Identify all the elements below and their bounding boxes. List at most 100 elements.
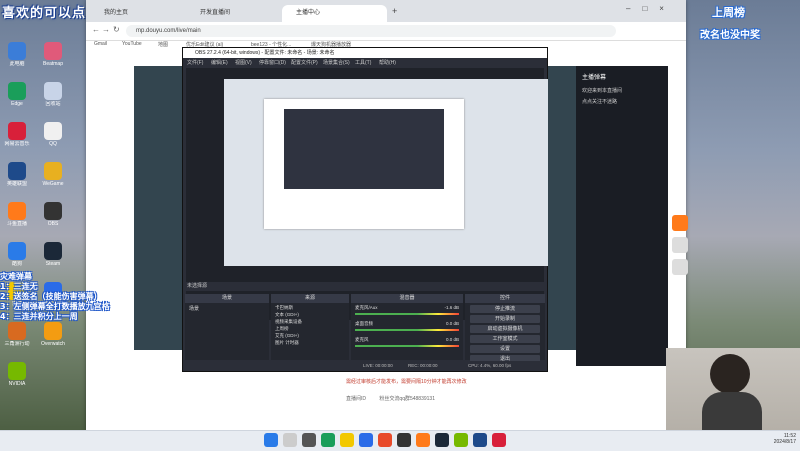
studio-mode-button[interactable]: 工作室模式 [470,335,540,343]
desktop-icon-label: 英雄联盟 [6,181,27,187]
chat-panel: 主播弹幕 欢迎来到本直播间 点点关注不迷路 [576,66,668,366]
obs-title-bar: OBS 27.2.4 (64-bit, windows) - 配置文件: 未命名… [183,48,547,58]
url-input[interactable]: mp.douyu.com/live/main [126,25,616,37]
obs-menu-bar: 文件(F) 编辑(E) 视图(V) 停靠窗口(D) 配置文件(P) 场景集合(S… [183,58,547,67]
task-view-icon[interactable] [302,433,316,447]
chrome-icon[interactable] [378,433,392,447]
stop-streaming-button[interactable]: 停止推流 [470,305,540,313]
channel-db: 0.0 dB [445,321,459,326]
bookmark-item[interactable]: YouTube [122,41,142,47]
desktop-icon[interactable]: Edge [0,82,34,120]
menu-help[interactable]: 帮助(H) [379,59,396,66]
start-recording-button[interactable]: 开始录制 [470,315,540,323]
chat-line: 欢迎来到本直播间 [582,88,623,94]
source-item[interactable]: 卡巴纳斯 [275,304,345,311]
obs-window: OBS 27.2.4 (64-bit, windows) - 配置文件: 未命名… [182,47,548,372]
sources-dock: 来源 卡巴纳斯 文本 (GDI+) 视频采集设备 上周榜 艾克 (GDI+) 图… [271,294,349,360]
menu-view[interactable]: 视图(V) [235,59,252,66]
menu-file[interactable]: 文件(F) [187,59,203,66]
tab-streamer-center[interactable]: 主播中心 [282,5,387,22]
streamer-body [702,392,762,430]
system-tray[interactable]: 11:52 2024/8/17 [774,433,796,445]
desktop-icon[interactable]: QQ [36,122,70,160]
edge-icon[interactable] [321,433,335,447]
desktop-icon[interactable]: 英雄联盟 [0,162,34,200]
app-icon [8,362,26,380]
desktop-icon[interactable]: 回收站 [36,82,70,120]
obs-taskbar-icon[interactable] [397,433,411,447]
desktop-icon-label: Steam [45,261,61,267]
volume-meter[interactable] [355,345,459,347]
mixer-dock: 混音器 麦克风/Aux -1.6 dB 桌面音频 0.0 dB 麦克风 0.0 … [351,294,463,360]
challenge-line: 4：三连并积分上一周 [0,312,78,321]
desktop-icon[interactable]: Overwatch [36,322,70,360]
start-icon[interactable] [264,433,278,447]
tab-dev-room[interactable]: 开发直播间 [186,5,291,22]
desktop-icon[interactable]: 斗鱼直播 [0,202,34,240]
challenge-overlay: 灾难弹幕 1：三连无 2：送签名（技能伤害弹幕） 3：左侧弹幕全打数播放九宫格 … [0,272,140,324]
store-icon[interactable] [359,433,373,447]
rec-timer: REC: 00:00:00 [408,363,438,368]
menu-scene-collection[interactable]: 场景集合(S) [323,59,350,66]
footer-notice: 需经过审核后才能发布，需要间隔10分钟才能再次修改 [346,379,467,385]
lol-icon[interactable] [473,433,487,447]
obs-source-status: 未选择源 [183,282,547,291]
sources-dock-title: 来源 [271,294,349,303]
mixer-channel: 麦克风/Aux -1.6 dB [355,305,459,311]
desktop-icon-column-1: 此电脑 Edge 网易云音乐 英雄联盟 斗鱼直播 酷狗 雷神 三角洲行动 NVIDIA [0,40,36,400]
desktop-icon[interactable]: 网易云音乐 [0,122,34,160]
bookmark-item[interactable]: 地图 [158,41,168,48]
volume-meter[interactable] [355,313,459,315]
controls-dock: 控件 停止推流 开始录制 启动虚拟摄像机 工作室模式 设置 退出 [465,294,545,363]
desktop-icon-label: Overwatch [41,341,65,347]
source-item[interactable]: 艾克 (GDI+) [275,332,345,339]
home-icon[interactable] [672,237,688,253]
tab-label: 开发直播间 [200,10,231,16]
desktop-icon[interactable]: OBS [36,202,70,240]
reload-icon[interactable]: ↻ [113,25,120,34]
tab-my-home[interactable]: 我的主页 [90,5,195,22]
desktop-icon[interactable]: NVIDIA [0,362,34,400]
forward-icon[interactable]: → [102,25,110,34]
chat-line: 点点关注不迷路 [582,99,618,105]
channel-db: -1.6 dB [444,305,459,310]
scene-item[interactable]: 场景 [185,303,269,314]
menu-docks[interactable]: 停靠窗口(D) [259,59,286,66]
new-tab-button[interactable]: + [392,6,397,16]
source-item[interactable]: 上周榜 [275,325,345,332]
source-item[interactable]: 图片 计时器 [275,339,345,346]
channel-name: 麦克风/Aux [355,305,378,310]
volume-meter[interactable] [355,329,459,331]
netease-music-icon[interactable] [492,433,506,447]
search-icon[interactable] [283,433,297,447]
desktop-icon[interactable]: WeGame [36,162,70,200]
app-icon [8,82,26,100]
window-controls[interactable]: –□× [626,4,676,13]
desktop-icon[interactable]: 此电脑 [0,42,34,80]
source-item[interactable]: 文本 (GDI+) [275,311,345,318]
back-icon[interactable]: ← [92,25,100,34]
bookmark-item[interactable]: Gmail [94,41,107,47]
desktop-icon[interactable]: Beatmap [36,42,70,80]
desktop-icon-label: NVIDIA [8,381,26,387]
app-icon [44,242,62,260]
explorer-icon[interactable] [340,433,354,447]
steam-icon[interactable] [435,433,449,447]
app-icon [44,82,62,100]
scenes-dock: 场景 场景 [185,294,269,360]
menu-edit[interactable]: 编辑(E) [211,59,228,66]
settings-button[interactable]: 设置 [470,345,540,353]
virtual-camera-button[interactable]: 启动虚拟摄像机 [470,325,540,333]
menu-tools[interactable]: 工具(T) [355,59,371,66]
fullscreen-icon[interactable] [672,259,688,275]
wechat-icon[interactable] [454,433,468,447]
footer-value[interactable]: 粉丝交流qq群548839131 [379,396,435,402]
desktop-icon[interactable]: 三角洲行动 [0,322,34,360]
mixer-channel: 桌面音频 0.0 dB [355,321,459,327]
source-item[interactable]: 视频采集设备 [275,318,345,325]
douyu-icon[interactable] [416,433,430,447]
menu-profile[interactable]: 配置文件(P) [291,59,318,66]
follow-icon[interactable] [672,215,688,231]
clock-date: 2024/8/17 [773,439,796,445]
desktop-icon-label: OBS [47,221,59,227]
